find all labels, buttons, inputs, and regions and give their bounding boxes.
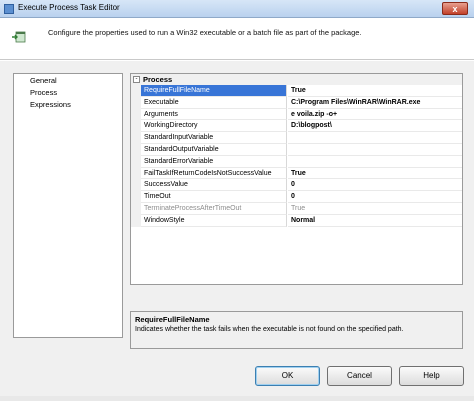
- nav-item-expressions[interactable]: Expressions: [14, 98, 122, 110]
- description-text: Indicates whether the task fails when th…: [135, 326, 404, 333]
- property-row-standarderrorvariable[interactable]: StandardErrorVariable: [131, 155, 462, 168]
- property-value[interactable]: True: [288, 85, 462, 97]
- property-name: Arguments: [141, 108, 287, 121]
- property-name: FailTaskIfReturnCodeIsNotSuccessValue: [141, 167, 287, 180]
- category-row-process[interactable]: - Process: [131, 74, 462, 85]
- property-value[interactable]: [288, 144, 462, 156]
- property-name: StandardErrorVariable: [141, 155, 287, 168]
- property-row-failtaskifreturncodeisnotsuccessvalue[interactable]: FailTaskIfReturnCodeIsNotSuccessValue Tr…: [131, 167, 462, 180]
- property-name: WindowStyle: [141, 214, 287, 227]
- property-name: WorkingDirectory: [141, 120, 287, 133]
- property-row-successvalue[interactable]: SuccessValue 0: [131, 179, 462, 192]
- property-value[interactable]: D:\blogpost\: [288, 120, 462, 133]
- property-row-windowstyle[interactable]: WindowStyle Normal: [131, 214, 462, 227]
- property-row-requirefullfilename[interactable]: RequireFullFileName True: [131, 85, 462, 97]
- window-title: Execute Process Task Editor: [18, 3, 120, 12]
- property-value[interactable]: C:\Program Files\WinRAR\WinRAR.exe: [288, 97, 462, 109]
- ok-button[interactable]: OK: [255, 366, 320, 386]
- property-row-terminateprocessaftertimeout: TerminateProcessAfterTimeOut True: [131, 202, 462, 215]
- execute-process-task-icon: [12, 31, 26, 43]
- title-bar: Execute Process Task Editor x: [0, 0, 474, 18]
- property-row-standardoutputvariable[interactable]: StandardOutputVariable: [131, 143, 462, 156]
- header-description: Configure the properties used to run a W…: [48, 28, 362, 37]
- dialog-header: Configure the properties used to run a W…: [0, 18, 474, 60]
- property-name: SuccessValue: [141, 179, 287, 192]
- help-button[interactable]: Help: [399, 366, 464, 386]
- property-row-timeout[interactable]: TimeOut 0: [131, 191, 462, 203]
- property-row-workingdirectory[interactable]: WorkingDirectory D:\blogpost\: [131, 120, 462, 133]
- cancel-button[interactable]: Cancel: [327, 366, 392, 386]
- property-value[interactable]: 0: [288, 191, 462, 203]
- property-grid: - Process RequireFullFileName True Execu…: [130, 73, 463, 285]
- app-icon: [4, 4, 14, 14]
- nav-item-process[interactable]: Process: [14, 86, 122, 98]
- page-navigation-list: General Process Expressions: [13, 73, 123, 338]
- property-name: TimeOut: [141, 191, 287, 203]
- property-name: TerminateProcessAfterTimeOut: [141, 202, 287, 215]
- property-row-standardinputvariable[interactable]: StandardInputVariable: [131, 132, 462, 144]
- property-value[interactable]: [288, 156, 462, 168]
- property-value[interactable]: [288, 132, 462, 144]
- property-value: True: [288, 203, 462, 215]
- category-label: Process: [143, 75, 173, 84]
- property-name: RequireFullFileName: [141, 85, 287, 97]
- property-value[interactable]: 0: [288, 179, 462, 192]
- description-title: RequireFullFileName: [135, 315, 210, 324]
- property-row-executable[interactable]: Executable C:\Program Files\WinRAR\WinRA…: [131, 96, 462, 109]
- collapse-toggle[interactable]: -: [133, 76, 140, 83]
- close-button[interactable]: x: [442, 2, 468, 15]
- nav-item-general[interactable]: General: [14, 74, 122, 86]
- property-name: StandardInputVariable: [141, 132, 287, 144]
- property-value[interactable]: e voila.zip -o+: [288, 109, 462, 121]
- property-value[interactable]: Normal: [288, 215, 462, 227]
- property-description-panel: RequireFullFileName Indicates whether th…: [130, 311, 463, 349]
- property-name: StandardOutputVariable: [141, 143, 287, 156]
- property-row-arguments[interactable]: Arguments e voila.zip -o+: [131, 108, 462, 121]
- property-name: Executable: [141, 96, 287, 109]
- dialog-bottom-edge: [0, 396, 474, 401]
- property-value[interactable]: True: [288, 168, 462, 180]
